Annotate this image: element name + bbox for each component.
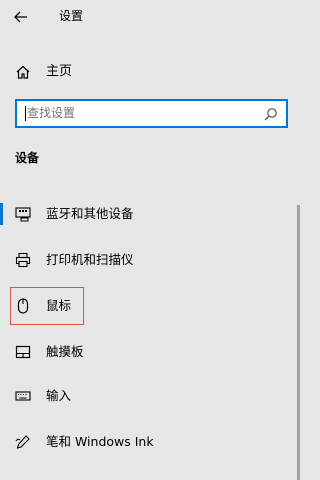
printer-icon: [15, 252, 31, 268]
search-box[interactable]: 查找设置: [15, 99, 288, 128]
pen-icon: [15, 434, 31, 450]
home-label: 主页: [46, 64, 73, 79]
nav-item-touchpad[interactable]: 触摸板: [0, 332, 290, 372]
search-input[interactable]: 查找设置: [27, 105, 75, 122]
home-nav-item[interactable]: 主页: [0, 56, 302, 88]
nav-item-pen[interactable]: 笔和 Windows Ink: [0, 422, 290, 462]
touchpad-icon: [15, 344, 31, 360]
window-title: 设置: [59, 9, 84, 23]
nav-item-printers[interactable]: 打印机和扫描仪: [0, 240, 290, 280]
title-bar: 设置: [0, 0, 302, 34]
back-arrow-icon: [14, 11, 28, 23]
search-icon[interactable]: [264, 107, 278, 121]
mouse-highlight-box: [10, 287, 84, 325]
home-icon: [15, 64, 31, 80]
section-title: 设备: [15, 151, 40, 165]
scrollbar[interactable]: [297, 205, 300, 480]
nav-item-label: 触摸板: [46, 344, 84, 359]
back-button[interactable]: [6, 4, 36, 30]
nav-item-label: 蓝牙和其他设备: [46, 206, 134, 221]
nav-item-bluetooth[interactable]: 蓝牙和其他设备: [0, 194, 290, 234]
nav-item-label: 打印机和扫描仪: [46, 252, 134, 267]
nav-item-label: 笔和 Windows Ink: [46, 434, 154, 449]
text-cursor: [25, 106, 26, 121]
keyboard-icon: [15, 388, 31, 404]
bluetooth-devices-icon: [15, 206, 31, 222]
nav-item-label: 输入: [46, 388, 72, 403]
nav-item-typing[interactable]: 输入: [0, 376, 290, 416]
